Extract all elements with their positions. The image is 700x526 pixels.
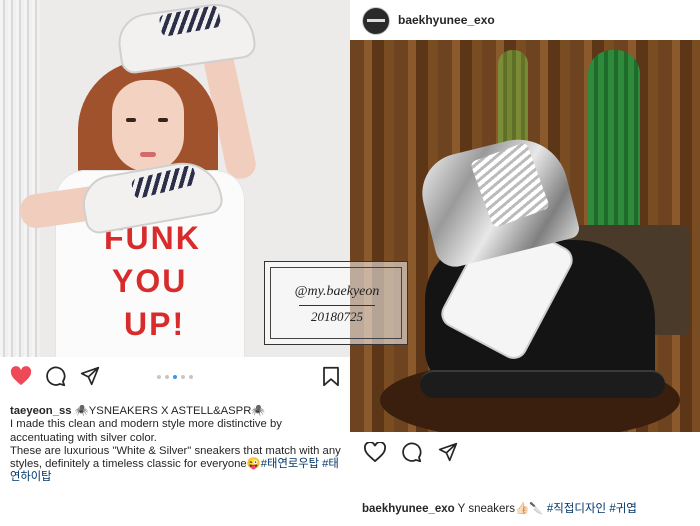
caption-text: Y sneakers👍🏻🔪 bbox=[454, 503, 547, 515]
right-caption: baekhyunee_exo Y sneakers👍🏻🔪 #직접디자인 #귀엽 bbox=[362, 500, 637, 516]
caption-username[interactable]: baekhyunee_exo bbox=[362, 503, 455, 515]
bookmark-icon[interactable] bbox=[322, 366, 340, 387]
caption-line: I made this clean and modern style more … bbox=[10, 418, 282, 444]
heart-icon[interactable] bbox=[364, 442, 386, 462]
caption-title: 🕷️YSNEAKERS X ASTELL&ASPR🕷️ bbox=[74, 405, 266, 417]
share-icon[interactable] bbox=[438, 442, 458, 462]
eye bbox=[158, 118, 168, 122]
curtain-background bbox=[0, 0, 40, 357]
caption-username[interactable]: taeyeon_ss bbox=[10, 405, 72, 417]
left-caption: taeyeon_ss 🕷️YSNEAKERS X ASTELL&ASPR🕷️ I… bbox=[10, 405, 345, 485]
carousel-dot bbox=[189, 375, 193, 379]
right-post-photo[interactable] bbox=[350, 40, 700, 432]
caption-hashtags[interactable]: #직접디자인 #귀엽 bbox=[547, 503, 637, 515]
watermark-date: 20180725 bbox=[311, 309, 363, 324]
shirt-text-line: YOU bbox=[112, 263, 188, 299]
watermark-handle: @my.baekyeon bbox=[294, 284, 380, 299]
share-icon[interactable] bbox=[80, 366, 100, 386]
post-username[interactable]: baekhyunee_exo bbox=[398, 13, 495, 27]
carousel-dot-active bbox=[173, 375, 177, 379]
comment-icon[interactable] bbox=[401, 442, 422, 463]
shirt-text-line: UP! bbox=[124, 306, 186, 342]
face bbox=[112, 80, 184, 172]
carousel-dot bbox=[157, 375, 161, 379]
watermark-divider bbox=[299, 305, 375, 306]
black-sneaker-sole bbox=[420, 370, 665, 398]
eye bbox=[126, 118, 136, 122]
heart-icon[interactable] bbox=[10, 366, 32, 386]
carousel-dot bbox=[165, 375, 169, 379]
carousel-dots bbox=[157, 375, 193, 379]
watermark-box: @my.baekyeon 20180725 bbox=[264, 261, 408, 345]
carousel-dot bbox=[181, 375, 185, 379]
right-post-header: baekhyunee_exo bbox=[350, 0, 700, 41]
comment-icon[interactable] bbox=[45, 366, 66, 387]
lips bbox=[140, 152, 156, 157]
avatar[interactable] bbox=[362, 7, 390, 35]
